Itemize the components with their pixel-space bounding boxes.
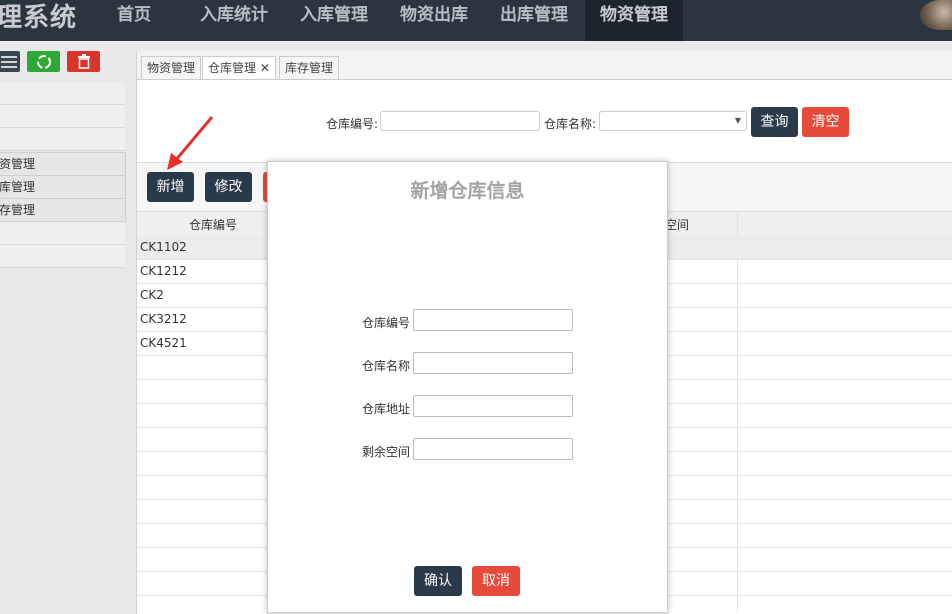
sidebar-item-label: 存管理: [0, 203, 36, 217]
code-search-input[interactable]: [380, 111, 540, 131]
name-label: 仓库名称:: [544, 117, 597, 131]
sidebar-item-warehouse[interactable]: 库管理: [0, 175, 126, 199]
query-button[interactable]: 查询: [751, 107, 798, 137]
warehouse-code-input[interactable]: [413, 309, 573, 331]
menu-icon[interactable]: [0, 51, 20, 72]
tab-warehouse[interactable]: 仓库管理 ✕: [202, 56, 276, 79]
cancel-button[interactable]: 取消: [472, 566, 520, 596]
trash-icon[interactable]: [67, 51, 100, 72]
tab-strip: 物资管理 仓库管理 ✕ 库存管理: [137, 51, 952, 80]
nav-inbound-stats[interactable]: 入库统计: [190, 0, 278, 41]
app-title: 理系统: [0, 3, 78, 33]
add-warehouse-dialog: 新增仓库信息 仓库编号 仓库名称 仓库地址 剩余空间 确认 取消: [267, 161, 668, 613]
sidebar-item-stock[interactable]: 存管理: [0, 198, 126, 222]
name-select[interactable]: ▼: [599, 111, 747, 131]
annotation-arrow-icon: [167, 116, 214, 170]
sidebar-row[interactable]: [0, 128, 125, 151]
field-label-name: 仓库名称: [361, 359, 410, 373]
sidebar-row[interactable]: [0, 105, 125, 128]
sidebar-item-label: 库管理: [0, 180, 36, 194]
sidebar-item-material[interactable]: 资管理: [0, 152, 126, 176]
warehouse-name-input[interactable]: [413, 352, 573, 374]
remaining-space-input[interactable]: [413, 438, 573, 460]
search-panel: 仓库编号: 仓库名称: ▼ 查询 清空: [137, 80, 952, 163]
confirm-button[interactable]: 确认: [414, 566, 462, 596]
dialog-title: 新增仓库信息: [410, 180, 525, 202]
nav-material-outbound[interactable]: 物资出库: [390, 0, 478, 41]
sidebar-row[interactable]: [0, 245, 125, 268]
sidebar-row[interactable]: [0, 82, 125, 105]
warehouse-address-input[interactable]: [413, 395, 573, 417]
top-navbar: 理系统 首页 入库统计 入库管理 物资出库 出库管理 物资管理: [0, 0, 952, 41]
avatar[interactable]: [920, 0, 952, 30]
tab-material[interactable]: 物资管理: [141, 56, 202, 79]
sidebar-item-label: 资管理: [0, 157, 36, 171]
column-header-space[interactable]: 空间: [665, 216, 689, 233]
field-label-address: 仓库地址: [361, 402, 410, 416]
add-button[interactable]: 新增: [147, 172, 194, 202]
field-label-space: 剩余空间: [361, 445, 410, 459]
tab-stock[interactable]: 库存管理: [279, 56, 340, 79]
column-header-code[interactable]: 仓库编号: [189, 216, 237, 233]
sidebar-row[interactable]: [0, 222, 125, 245]
recycle-icon[interactable]: [27, 51, 60, 72]
edit-button[interactable]: 修改: [205, 172, 252, 202]
nav-home[interactable]: 首页: [104, 0, 164, 41]
chevron-down-icon: ▼: [734, 116, 741, 125]
clear-button[interactable]: 清空: [802, 107, 849, 137]
nav-material-mgmt[interactable]: 物资管理: [585, 0, 683, 41]
code-label: 仓库编号:: [326, 117, 379, 131]
field-label-code: 仓库编号: [361, 316, 410, 330]
nav-outbound-mgmt[interactable]: 出库管理: [490, 0, 578, 41]
nav-inbound-mgmt[interactable]: 入库管理: [290, 0, 378, 41]
